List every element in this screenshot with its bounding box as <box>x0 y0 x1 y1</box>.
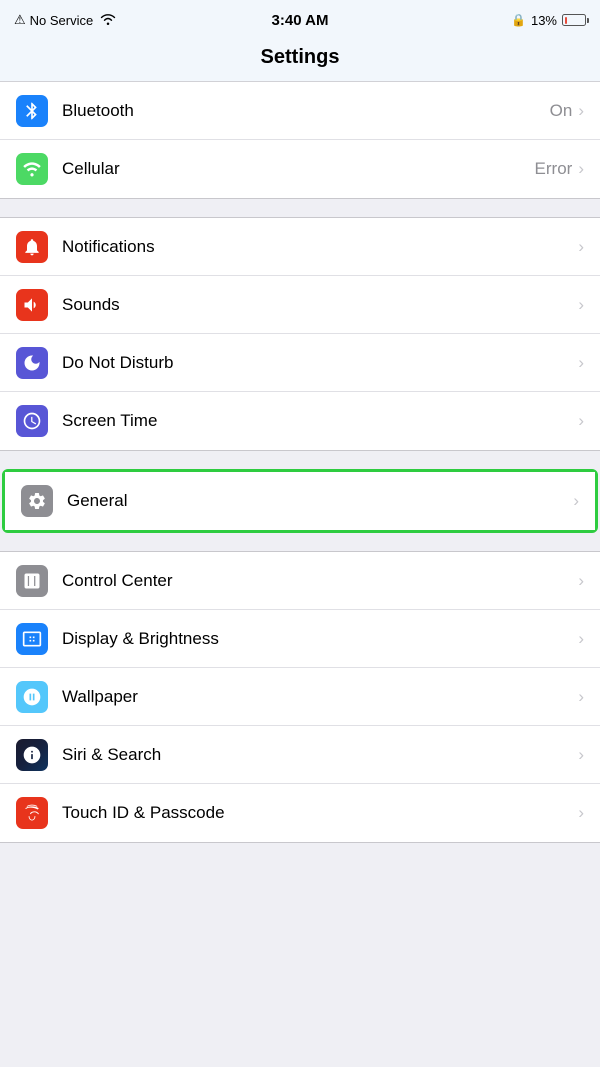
screentime-label: Screen Time <box>62 411 572 431</box>
status-left: ⚠ No Service <box>14 12 116 28</box>
controlcenter-icon-bg <box>16 565 48 597</box>
donotdisturb-icon-bg <box>16 347 48 379</box>
general-label: General <box>67 491 567 511</box>
settings-row-sounds[interactable]: Sounds › <box>0 276 600 334</box>
status-bar: ⚠ No Service 3:40 AM 🔒 13% <box>0 0 600 38</box>
page-title: Settings <box>0 46 600 69</box>
bluetooth-label: Bluetooth <box>62 101 550 121</box>
page-title-bar: Settings <box>0 38 600 82</box>
cellular-chevron: › <box>578 159 584 179</box>
notifications-label: Notifications <box>62 237 572 257</box>
controlcenter-chevron: › <box>578 571 584 591</box>
settings-row-display[interactable]: Display & Brightness › <box>0 610 600 668</box>
donotdisturb-chevron: › <box>578 353 584 373</box>
touchid-label: Touch ID & Passcode <box>62 803 572 823</box>
settings-group-4: Control Center › Display & Brightness › … <box>0 551 600 843</box>
settings-row-cellular[interactable]: Cellular Error › <box>0 140 600 198</box>
general-icon-bg <box>21 485 53 517</box>
display-icon-bg <box>16 623 48 655</box>
cellular-value: Error <box>535 159 573 179</box>
no-service-text: No Service <box>30 13 94 28</box>
general-chevron: › <box>573 491 579 511</box>
sounds-chevron: › <box>578 295 584 315</box>
lock-icon: 🔒 <box>511 13 526 27</box>
sounds-icon-bg <box>16 289 48 321</box>
display-label: Display & Brightness <box>62 629 572 649</box>
wallpaper-icon-bg <box>16 681 48 713</box>
touchid-icon-bg <box>16 797 48 829</box>
settings-row-touchid[interactable]: Touch ID & Passcode › <box>0 784 600 842</box>
battery-percent: 13% <box>531 13 557 28</box>
notifications-icon-bg <box>16 231 48 263</box>
settings-row-wallpaper[interactable]: Wallpaper › <box>0 668 600 726</box>
settings-row-screentime[interactable]: Screen Time › <box>0 392 600 450</box>
display-chevron: › <box>578 629 584 649</box>
screentime-icon-bg <box>16 405 48 437</box>
donotdisturb-label: Do Not Disturb <box>62 353 572 373</box>
controlcenter-label: Control Center <box>62 571 572 591</box>
settings-group-3-highlighted: General › <box>2 469 598 533</box>
warning-icon: ⚠ <box>14 12 26 28</box>
settings-group-1: Bluetooth On › Cellular Error › <box>0 82 600 199</box>
bluetooth-value: On <box>550 101 573 121</box>
touchid-chevron: › <box>578 803 584 823</box>
siri-label: Siri & Search <box>62 745 572 765</box>
notifications-chevron: › <box>578 237 584 257</box>
settings-row-siri[interactable]: Siri & Search › <box>0 726 600 784</box>
siri-icon-bg <box>16 739 48 771</box>
bluetooth-chevron: › <box>578 101 584 121</box>
wifi-icon <box>100 13 116 28</box>
settings-group-2: Notifications › Sounds › Do Not Disturb … <box>0 217 600 451</box>
settings-row-general[interactable]: General › <box>5 472 595 530</box>
settings-row-donotdisturb[interactable]: Do Not Disturb › <box>0 334 600 392</box>
status-right: 🔒 13% <box>511 13 586 28</box>
status-time: 3:40 AM <box>272 12 329 29</box>
settings-row-bluetooth[interactable]: Bluetooth On › <box>0 82 600 140</box>
wallpaper-chevron: › <box>578 687 584 707</box>
wallpaper-label: Wallpaper <box>62 687 572 707</box>
settings-row-notifications[interactable]: Notifications › <box>0 218 600 276</box>
bluetooth-icon-bg <box>16 95 48 127</box>
battery-icon <box>562 14 586 26</box>
cellular-label: Cellular <box>62 159 535 179</box>
cellular-icon-bg <box>16 153 48 185</box>
settings-content: Bluetooth On › Cellular Error › Notifica… <box>0 82 600 843</box>
sounds-label: Sounds <box>62 295 572 315</box>
settings-row-controlcenter[interactable]: Control Center › <box>0 552 600 610</box>
screentime-chevron: › <box>578 411 584 431</box>
siri-chevron: › <box>578 745 584 765</box>
